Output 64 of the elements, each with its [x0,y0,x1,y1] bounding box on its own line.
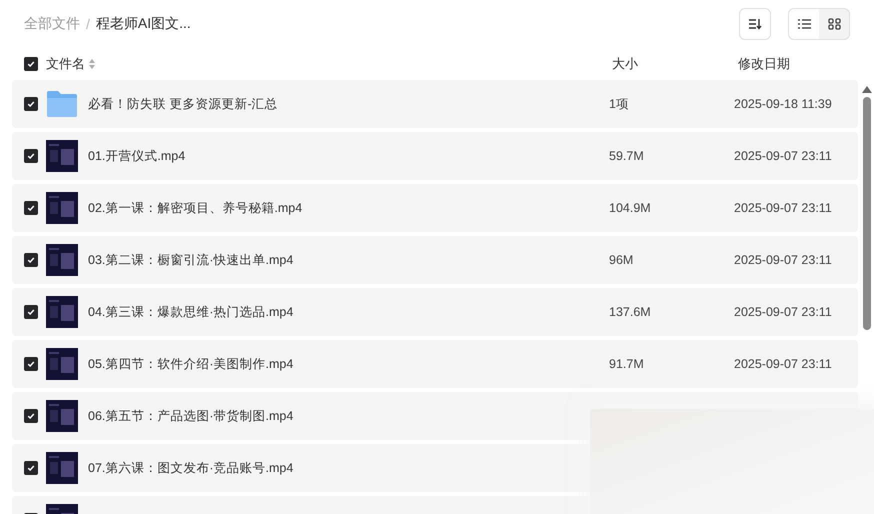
file-name: 02.第一课：解密项目、养号秘籍.mp4 [88,200,304,216]
checkbox[interactable] [24,305,38,319]
file-size: 1项 [609,96,630,112]
video-thumbnail [46,452,78,484]
checkmark-icon [27,412,35,420]
file-name: 07.第六课：图文发布·竞品账号.mp4 [88,460,294,476]
video-thumbnail [46,244,78,276]
checkbox[interactable] [24,201,38,215]
column-header[interactable]: 文件名 [46,55,85,73]
checkmark-icon [27,360,35,368]
file-name: 03.第二课：橱窗引流·快速出单.mp4 [88,252,294,268]
checkmark-icon [27,308,35,316]
modified-date: 2025-09-07 23:11 [734,253,833,267]
checkbox[interactable] [24,461,38,475]
checkmark-icon [27,204,35,212]
checkmark-icon [27,152,35,160]
checkmark-icon [27,60,35,68]
folder-icon [46,90,78,118]
file-size: 96M [609,253,634,267]
scrollbar-thumb[interactable] [863,97,871,330]
file-name: 04.第三课：爆款思维·热门选品.mp4 [88,304,294,320]
sort-button[interactable] [739,8,771,40]
file-size: 104.9M [609,201,652,215]
file-name: 06.第五节：产品选图·带货制图.mp4 [88,408,294,424]
file-name: 01.开营仪式.mp4 [88,148,186,164]
modified-date: 2025-09-07 23:11 [734,201,833,215]
video-thumbnail [46,192,78,224]
list-view-button[interactable] [789,9,819,39]
checkbox[interactable] [24,97,38,111]
checkbox[interactable] [24,409,38,423]
video-thumbnail [46,400,78,432]
column-header[interactable]: 修改日期 [738,55,874,73]
file-size: 91.7M [609,357,645,371]
breadcrumb-link[interactable]: 程老师AI图文... [96,15,191,33]
file-name: 必看！防失联 更多资源更新-汇总 [88,96,279,112]
video-thumbnail [46,140,78,172]
video-thumbnail [46,348,78,380]
file-row[interactable]: 02.第一课：解密项目、养号秘籍.mp4 104.9M 2025-09-07 23:11 [12,184,858,232]
file-row[interactable]: 03.第二课：橱窗引流·快速出单.mp4 96M 2025-09-07 23:11 [12,236,858,284]
checkbox[interactable] [24,57,38,71]
checkmark-icon [27,100,35,108]
file-size: 59.7M [609,149,645,163]
file-row[interactable]: 05.第四节：软件介绍·美图制作.mp4 91.7M 2025-09-07 23:11 [12,340,858,388]
breadcrumb-separator: / [86,16,90,32]
scroll-up-icon[interactable] [862,86,872,93]
file-name: 05.第四节：软件介绍·美图制作.mp4 [88,356,294,372]
modified-date: 2025-09-07 23:11 [734,305,833,319]
list-icon [798,19,810,29]
file-row[interactable]: 01.开营仪式.mp4 59.7M 2025-09-07 23:11 [12,132,858,180]
modified-date: 2025-09-18 11:39 [734,97,833,111]
file-row[interactable]: 必看！防失联 更多资源更新-汇总 1项 2025-09-18 11:39 [12,80,858,128]
sort-icon [748,18,762,30]
checkbox[interactable] [24,149,38,163]
file-row[interactable]: 04.第三课：爆款思维·热门选品.mp4 137.6M 2025-09-07 23:11 [12,288,858,336]
file-size: 137.6M [609,305,652,319]
checkmark-icon [27,256,35,264]
checkmark-icon [27,464,35,472]
grid-icon [828,18,840,30]
modified-date: 2025-09-07 23:11 [734,149,833,163]
video-thumbnail [46,296,78,328]
modified-date: 2025-09-07 23:11 [734,357,833,371]
checkbox[interactable] [24,253,38,267]
checkbox[interactable] [24,357,38,371]
column-header[interactable]: 大小 [612,55,738,73]
